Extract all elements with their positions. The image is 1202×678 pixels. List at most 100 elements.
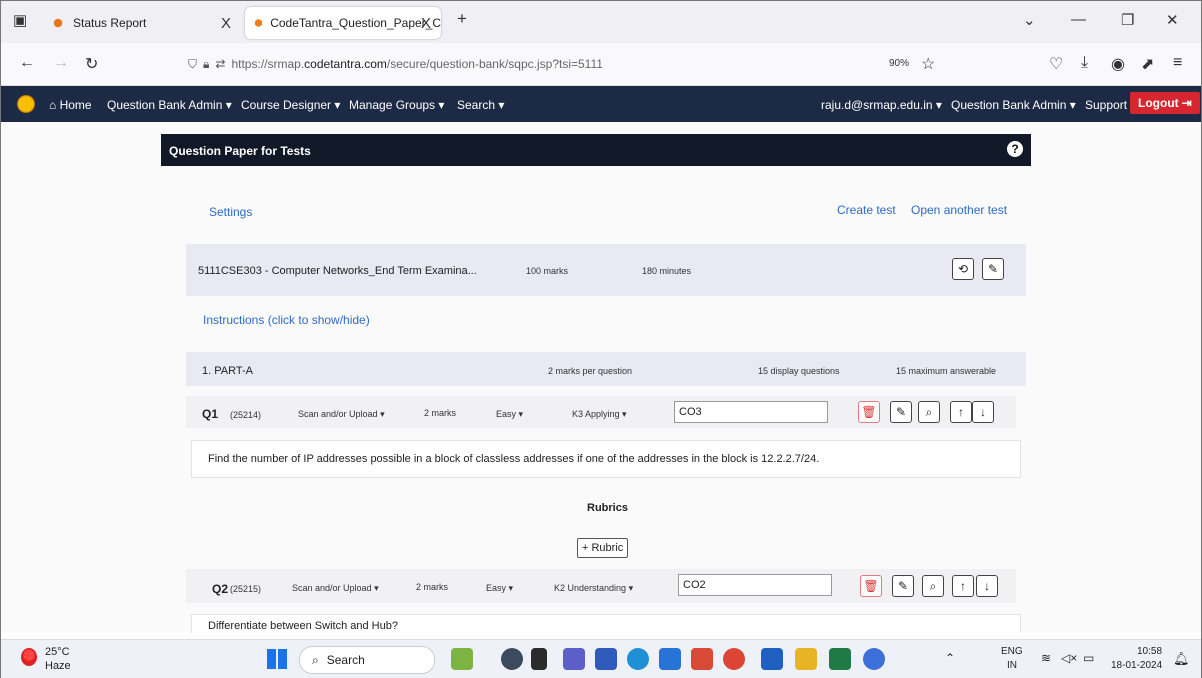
nav-question-bank-admin[interactable]: Question Bank Admin ▾ <box>107 98 232 112</box>
nav-label: Manage Groups <box>349 98 436 112</box>
answer-type-select[interactable]: Scan and/or Upload ▾ <box>292 583 379 594</box>
weather-condition[interactable]: Haze <box>45 660 71 672</box>
minimize-icon[interactable]: — <box>1071 11 1086 28</box>
reload-icon[interactable]: ↻ <box>85 54 98 74</box>
edit-test-icon[interactable]: ✎ <box>982 258 1004 280</box>
help-icon[interactable]: ? <box>1007 141 1023 157</box>
tab-status-report[interactable]: Status Report X <box>41 7 241 39</box>
close-tab-icon[interactable]: X <box>221 15 231 32</box>
file-explorer-icon[interactable] <box>795 648 817 670</box>
list-tabs-chevron-icon[interactable]: ⌄ <box>1023 11 1036 29</box>
bloom-level-select[interactable]: K3 Applying ▾ <box>572 409 627 420</box>
taskbar-search[interactable]: ⌕ Search <box>299 646 435 674</box>
mail-icon[interactable] <box>659 648 681 670</box>
chat-icon[interactable] <box>501 648 523 670</box>
chrome-icon[interactable] <box>723 648 745 670</box>
zoom-level[interactable]: 90% <box>889 58 909 69</box>
menu-icon[interactable]: ≡ <box>1173 54 1182 72</box>
nav-course-designer[interactable]: Course Designer ▾ <box>241 98 340 112</box>
chevron-up-icon[interactable]: ⌃ <box>945 651 955 665</box>
url-bar[interactable]: ⛉ 🔒︎ ⇄ https://srmap. codetantra.com/secu… <box>176 50 946 78</box>
logout-button[interactable]: Logout ⇥ <box>1130 92 1200 114</box>
shield-icon[interactable]: ⛉ <box>188 57 197 72</box>
logo-icon[interactable] <box>15 93 37 115</box>
permissions-icon[interactable]: ⇄ <box>215 57 225 71</box>
task-view-icon[interactable] <box>531 648 547 670</box>
close-window-icon[interactable]: ✕ <box>1166 11 1179 29</box>
nav-user-menu[interactable]: raju.d@srmap.edu.in ▾ <box>821 98 942 112</box>
forward-icon[interactable]: → <box>53 54 69 72</box>
difficulty-value: Easy <box>486 583 507 593</box>
edge-icon[interactable] <box>627 648 649 670</box>
edit-question-icon[interactable]: ✎ <box>890 401 912 423</box>
preview-icon[interactable]: ⌕ <box>918 401 940 423</box>
move-down-icon[interactable]: ↓ <box>972 401 994 423</box>
windows-start-icon[interactable] <box>267 649 287 669</box>
weather-icon[interactable] <box>21 648 37 666</box>
word-icon[interactable] <box>761 648 783 670</box>
add-rubric-button[interactable]: + Rubric <box>577 538 629 558</box>
widgets-icon[interactable] <box>451 648 473 670</box>
move-down-icon[interactable]: ↓ <box>976 575 998 597</box>
tab-list-icon[interactable]: ▣ <box>13 11 27 29</box>
bloom-value: K2 Understanding <box>554 583 627 593</box>
codetantra-favicon <box>255 16 263 30</box>
nav-manage-groups[interactable]: Manage Groups ▾ <box>349 98 444 112</box>
course-outcome-field[interactable]: CO3 <box>674 401 828 423</box>
restore-icon[interactable]: ❐ <box>1121 11 1134 29</box>
bookmark-star-icon[interactable]: ☆ <box>921 54 935 74</box>
notification-bell-icon[interactable]: 🔔︎ <box>1173 651 1190 667</box>
tab-codetantra[interactable]: CodeTantra_Question_Paper_C X <box>245 7 441 39</box>
move-up-icon[interactable]: ↑ <box>952 575 974 597</box>
difficulty-select[interactable]: Easy ▾ <box>496 409 523 420</box>
nav-search[interactable]: Search ▾ <box>457 98 504 112</box>
new-tab-button[interactable]: + <box>457 9 467 29</box>
app-icon[interactable] <box>691 648 713 670</box>
nav-role-menu[interactable]: Question Bank Admin ▾ <box>951 98 1076 112</box>
difficulty-value: Easy <box>496 409 517 419</box>
pocket-icon[interactable]: ♡ <box>1049 54 1063 74</box>
tab-title: CodeTantra_Question_Paper_C <box>270 16 441 30</box>
bloom-level-select[interactable]: K2 Understanding ▾ <box>554 583 633 594</box>
language-code[interactable]: ENG <box>1001 646 1023 657</box>
clock-date[interactable]: 18-01-2024 <box>1111 660 1162 671</box>
teams-icon[interactable] <box>563 648 585 670</box>
move-up-icon[interactable]: ↑ <box>950 401 972 423</box>
close-tab-icon[interactable]: X <box>421 15 431 32</box>
answer-type-select[interactable]: Scan and/or Upload ▾ <box>298 409 385 420</box>
lock-icon[interactable]: 🔒︎ <box>203 57 209 72</box>
nav-label: Question Bank Admin <box>107 98 223 112</box>
back-icon[interactable]: ← <box>19 54 35 72</box>
create-test-link[interactable]: Create test <box>837 203 896 217</box>
course-outcome-field[interactable]: CO2 <box>678 574 832 596</box>
delete-icon[interactable]: 🗑︎ <box>860 575 882 597</box>
difficulty-select[interactable]: Easy ▾ <box>486 583 513 594</box>
section-name: 1. PART-A <box>202 365 253 377</box>
open-another-test-link[interactable]: Open another test <box>911 203 1007 217</box>
wifi-icon[interactable]: ≋ <box>1041 651 1051 665</box>
question-label: Q2 <box>212 582 229 596</box>
nav-support[interactable]: Support <box>1085 98 1127 112</box>
search-icon: ⌕ <box>312 652 319 667</box>
battery-icon[interactable]: ▭ <box>1083 651 1094 665</box>
settings-link[interactable]: Settings <box>209 205 252 219</box>
clock-time[interactable]: 10:58 <box>1137 646 1162 657</box>
account-icon[interactable]: ◉ <box>1111 54 1125 74</box>
history-icon[interactable]: ⟲ <box>952 258 974 280</box>
delete-icon[interactable]: 🗑︎ <box>858 401 880 423</box>
excel-icon[interactable] <box>829 648 851 670</box>
preview-icon[interactable]: ⌕ <box>922 575 944 597</box>
language-region[interactable]: IN <box>1007 660 1017 671</box>
nav-home[interactable]: ⌂ Home <box>49 98 92 112</box>
volume-icon[interactable]: ◁× <box>1061 651 1077 665</box>
weather-temp[interactable]: 25°C <box>45 646 70 658</box>
copilot-icon[interactable] <box>863 648 885 670</box>
store-icon[interactable] <box>595 648 617 670</box>
test-name: 5111CSE303 - Computer Networks_End Term … <box>198 265 477 277</box>
instructions-toggle[interactable]: Instructions (click to show/hide) <box>203 313 370 327</box>
home-icon: ⌂ <box>49 98 60 112</box>
edit-question-icon[interactable]: ✎ <box>892 575 914 597</box>
extensions-icon[interactable]: ⬈ <box>1141 54 1154 74</box>
downloads-icon[interactable]: ⤓ <box>1081 54 1088 72</box>
navigation-bar: ← → ↻ ⛉ 🔒︎ ⇄ https://srmap. codetantra.co… <box>1 43 1201 86</box>
